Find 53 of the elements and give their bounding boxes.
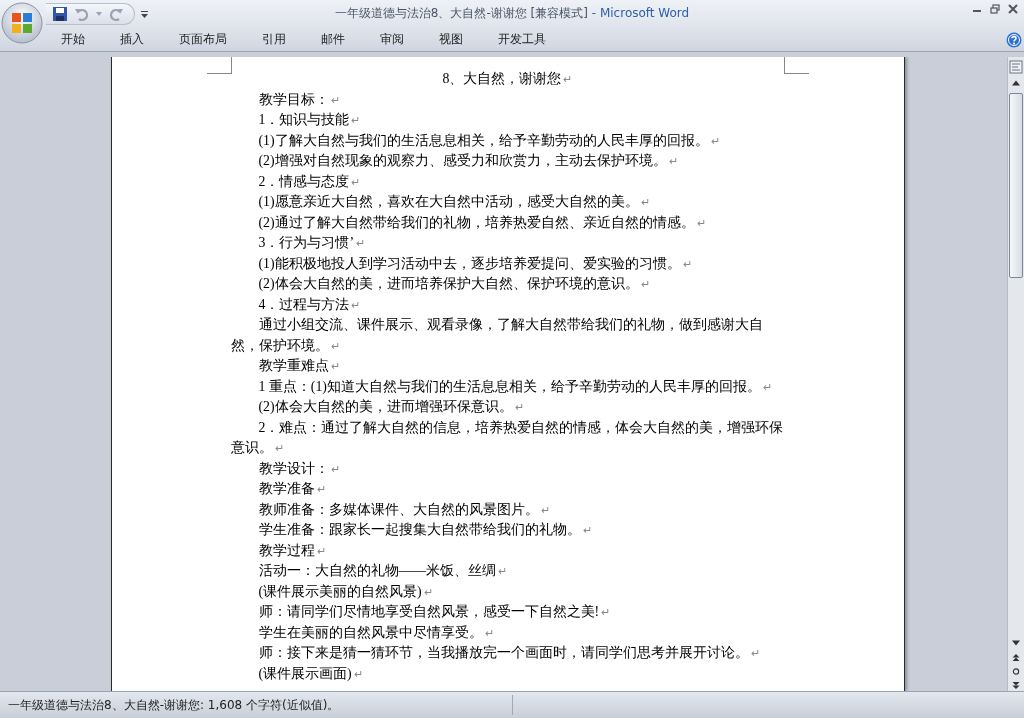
ribbon-tab[interactable]: 插入 xyxy=(108,29,156,50)
paragraph-text: (1)能积极地投人到学习活动中去，逐步培养爱提问、爱实验的习惯。↵ xyxy=(258,255,692,271)
paragraph-text: 3．行为与习惯’↵ xyxy=(258,235,365,250)
customize-menu-icon[interactable] xyxy=(141,11,148,18)
paragraph-text: (2)通过了解大自然带给我们的礼物，培养热爱自然、亲近自然的情感。↵ xyxy=(258,214,706,230)
window-title: 一年级道德与法治8、大自然-谢谢您 [兼容模式] xyxy=(334,6,588,20)
ribbon-tab[interactable]: 开始 xyxy=(49,29,97,50)
paragraph-text: 师：请同学们尽情地享受自然风景，感受一下自然之美!↵ xyxy=(258,604,611,619)
next-page-icon[interactable] xyxy=(1012,682,1020,689)
paragraph-text: 教学准备↵ xyxy=(258,481,326,496)
paragraph-text: (课件展示画面)↵ xyxy=(258,665,363,681)
crop-mark xyxy=(206,57,232,74)
paragraph-text: 学生在美丽的自然风景中尽情享受。↵ xyxy=(258,624,494,640)
app-name: - Microsoft Word xyxy=(591,6,690,20)
paragraph-text: (2)体会大自然的美，进而增强环保意识。↵ xyxy=(258,399,524,414)
paragraph-text: (课件展示美丽的自然风景)↵ xyxy=(258,583,433,599)
paragraph-text: 2．情感与态度↵ xyxy=(258,173,361,189)
paragraph-text: 教学设计：↵ xyxy=(258,460,340,476)
ribbon-tab[interactable]: 引用 xyxy=(250,29,298,50)
previous-page-icon[interactable] xyxy=(1012,654,1020,661)
ribbon-tab[interactable]: 审阅 xyxy=(368,29,416,50)
paragraph-text: 通过小组交流、课件展示、观看录像，了解大自然带给我们的礼物，做到感谢大自然，保护环境。↵ xyxy=(230,317,763,353)
paragraph-text: 2．难点：通过了解大自然的信息，培养热爱自然的情感，体会大自然的美，增强环保意识。↵ xyxy=(230,419,784,455)
paragraph-text: 活动一：大自然的礼物——米饭、丝绸↵ xyxy=(258,563,508,578)
paragraph-text: 师：接下来是猜一猜环节，当我播放完一个画面时，请同学们思考并展开讨论。↵ xyxy=(258,645,760,660)
crop-mark xyxy=(783,57,809,74)
help-icon[interactable] xyxy=(1006,31,1022,48)
paragraph-text: 4．过程与方法↵ xyxy=(258,296,361,312)
ribbon-tab[interactable]: 页面布局 xyxy=(167,29,239,50)
restore-icon[interactable] xyxy=(990,4,1000,14)
paragraph-text: 教学重难点↵ xyxy=(258,358,340,373)
paragraph-text: 教学目标：↵ xyxy=(258,91,340,107)
ruler-toggle-icon[interactable] xyxy=(1009,60,1023,74)
scroll-up-icon[interactable] xyxy=(1012,79,1020,86)
scroll-down-icon[interactable] xyxy=(1012,640,1020,647)
paragraph-text: (2)增强对自然现象的观察力、感受力和欣赏力，主动去保护环境。↵ xyxy=(258,153,678,168)
scrollbar-thumb[interactable] xyxy=(1008,93,1023,278)
paragraph-text: (1)愿意亲近大自然，喜欢在大自然中活动，感受大自然的美。↵ xyxy=(258,194,650,209)
ribbon-tab[interactable]: 邮件 xyxy=(309,29,357,50)
save-icon[interactable] xyxy=(52,6,68,22)
ribbon-tab[interactable]: 开发工具 xyxy=(486,29,558,50)
close-icon[interactable] xyxy=(1008,4,1018,14)
paragraph-text: 学生准备：跟家长一起搜集大自然带给我们的礼物。↵ xyxy=(258,522,592,537)
paragraph-text: (1)了解大自然与我们的生活息息相关，给予辛勤劳动的人民丰厚的回报。↵ xyxy=(258,132,720,148)
status-text: 一年级道德与法治8、大自然-谢谢您: 1,608 个字符(近似值)。 xyxy=(7,696,341,714)
paragraph-text: (2)体会大自然的美，进而培养保护大自然、保护环境的意识。↵ xyxy=(258,276,650,291)
paragraph-text: 1．知识与技能↵ xyxy=(258,112,361,127)
document-heading: 8、大自然，谢谢您↵ xyxy=(442,71,573,86)
paragraph-text: 教师准备：多媒体课件、大自然的风景图片。↵ xyxy=(258,501,550,517)
browse-object-icon[interactable] xyxy=(1012,668,1020,675)
ribbon-tab[interactable]: 视图 xyxy=(427,29,475,50)
paragraph-text: 1 重点：(1)知道大自然与我们的生活息息相关，给予辛勤劳动的人民丰厚的回报。↵ xyxy=(258,378,772,394)
paragraph-text: 教学过程↵ xyxy=(258,542,326,558)
